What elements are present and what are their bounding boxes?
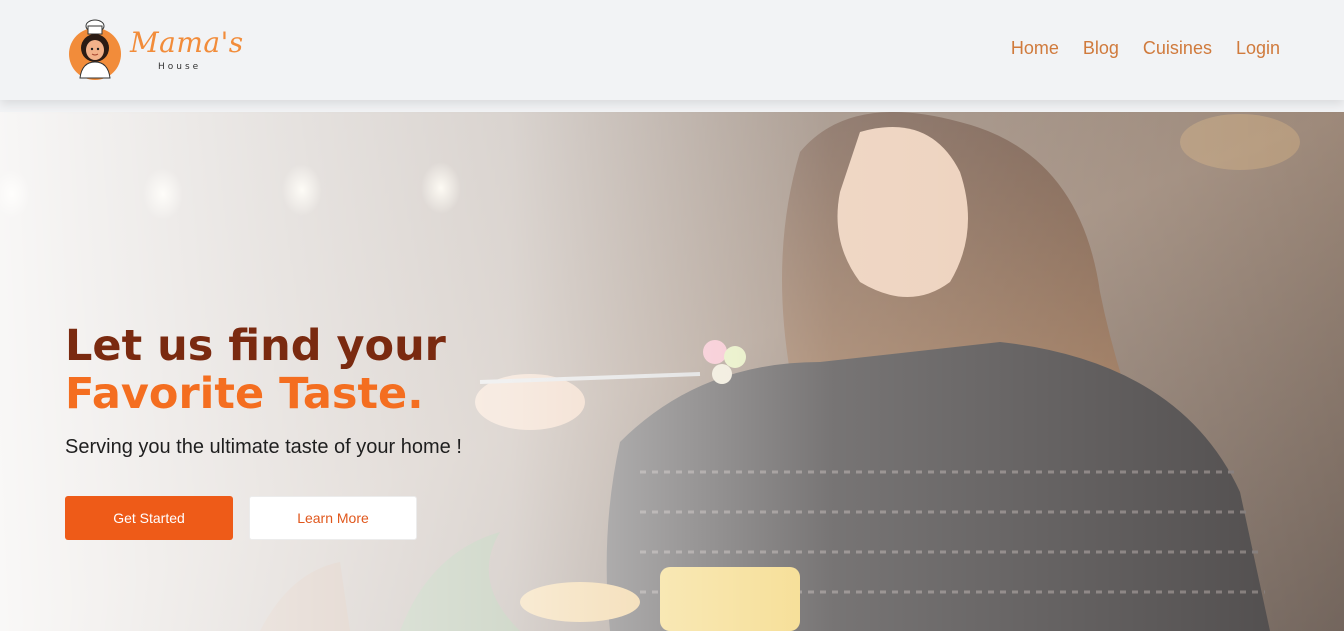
brand-logo[interactable]: Mama's House: [68, 18, 248, 82]
hero-headline: Let us find your Favorite Taste.: [65, 322, 585, 418]
navbar: Mama's House Home Blog Cuisines Login: [0, 0, 1344, 100]
hero-buttons: Get Started Learn More: [65, 496, 417, 540]
nav-cuisines-link[interactable]: Cuisines: [1143, 38, 1212, 59]
hero-section: Let us find your Favorite Taste. Serving…: [0, 112, 1344, 631]
hero-subheadline: Serving you the ultimate taste of your h…: [65, 436, 462, 458]
nav-login-link[interactable]: Login: [1236, 38, 1280, 59]
brand-name: Mama's: [130, 26, 244, 59]
brand-subtitle: House: [158, 62, 202, 72]
learn-more-button[interactable]: Learn More: [249, 496, 417, 540]
get-started-button[interactable]: Get Started: [65, 496, 233, 540]
hero-content: Let us find your Favorite Taste. Serving…: [65, 322, 585, 540]
hero-headline-line1: Let us find your: [65, 321, 446, 371]
main-nav: Home Blog Cuisines Login: [1011, 38, 1280, 59]
chef-avatar-icon: [69, 19, 121, 80]
hero-headline-line2: Favorite Taste.: [65, 369, 424, 419]
nav-home-link[interactable]: Home: [1011, 38, 1059, 59]
nav-blog-link[interactable]: Blog: [1083, 38, 1119, 59]
